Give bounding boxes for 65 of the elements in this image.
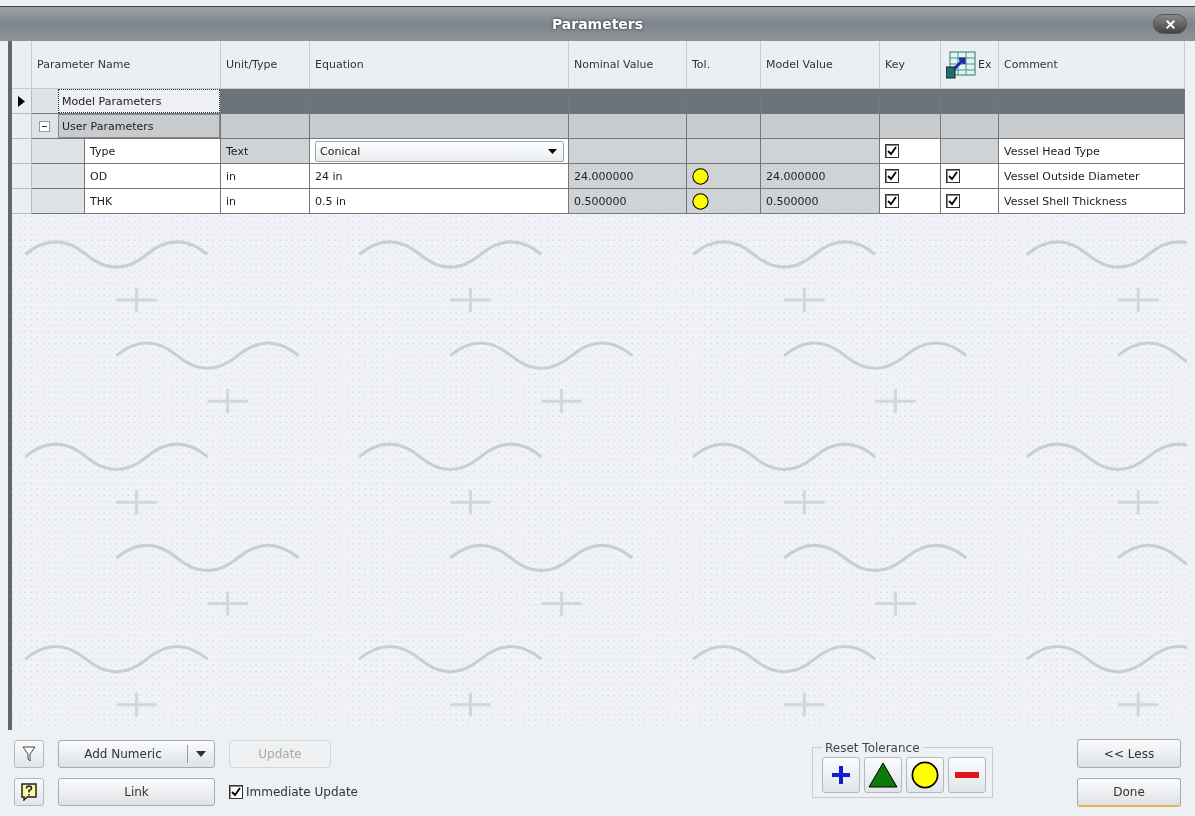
tolerance-button[interactable] xyxy=(864,756,902,793)
comment-cell: Vessel Head Type xyxy=(999,139,1185,164)
window-title: Parameters xyxy=(551,16,644,32)
unit-cell: Text xyxy=(221,139,310,164)
equation-cell[interactable]: 24 in xyxy=(310,164,569,189)
unit-cell: in xyxy=(221,189,310,214)
column-title[interactable]: Parameter Name xyxy=(37,58,131,71)
group-name[interactable]: Model Parameters xyxy=(58,89,220,113)
filter-button[interactable] xyxy=(14,740,44,768)
column-title[interactable]: Nominal Value xyxy=(574,58,654,71)
dropdown-value: Conical xyxy=(320,144,361,158)
column-title[interactable]: Comment xyxy=(1004,58,1058,71)
spreadsheet-icon xyxy=(946,50,976,79)
table-cell xyxy=(941,114,999,139)
checkbox[interactable] xyxy=(946,169,960,183)
checkbox[interactable] xyxy=(946,194,960,208)
checkbox[interactable] xyxy=(885,194,899,208)
column-title[interactable]: Key xyxy=(885,58,905,71)
model-value-cell: 24.000000 xyxy=(761,164,880,189)
caret-icon xyxy=(548,148,557,154)
parameter-name[interactable]: THK xyxy=(84,189,220,213)
tolerance-button[interactable] xyxy=(906,756,944,793)
add-numeric-button[interactable]: Add Numeric xyxy=(59,745,188,763)
equation-cell[interactable]: 0.5 in xyxy=(310,189,569,214)
parameter-name[interactable]: Type xyxy=(84,139,220,163)
less-button[interactable]: << Less xyxy=(1077,739,1181,768)
model-value-cell: 0.500000 xyxy=(761,189,880,214)
plus-icon xyxy=(830,763,852,786)
equation-dropdown[interactable]: Conical xyxy=(315,140,564,162)
caret-icon xyxy=(196,751,206,757)
comment-cell: Vessel Shell Thickness xyxy=(999,189,1185,214)
add-numeric-split-button[interactable]: Add Numeric xyxy=(58,740,215,768)
link-button[interactable]: Link xyxy=(58,778,215,806)
group-name[interactable]: User Parameters xyxy=(58,114,220,138)
column-title[interactable]: Tol. xyxy=(692,58,711,71)
minus-icon xyxy=(955,771,979,778)
table-cell xyxy=(941,89,999,114)
collapse-icon[interactable] xyxy=(39,121,50,132)
group-title: Reset Tolerance xyxy=(824,740,921,755)
done-button[interactable]: Done xyxy=(1077,778,1181,807)
circle-icon xyxy=(911,760,939,789)
nominal-value-cell: 24.000000 xyxy=(569,164,687,189)
checkbox[interactable] xyxy=(885,144,899,158)
triangle-icon xyxy=(868,761,898,788)
parameter-name[interactable]: OD xyxy=(84,164,220,188)
column-title[interactable]: Unit/Type xyxy=(226,58,278,71)
filter-icon xyxy=(22,746,36,762)
column-title[interactable]: Model Value xyxy=(766,58,833,71)
table-cell xyxy=(880,89,941,114)
checkbox[interactable] xyxy=(229,785,243,799)
help-button[interactable] xyxy=(14,778,44,806)
circle-icon xyxy=(692,167,709,185)
nominal-value-cell: 0.500000 xyxy=(569,189,687,214)
unit-cell: in xyxy=(221,164,310,189)
help-icon xyxy=(21,783,37,801)
tolerance-button[interactable] xyxy=(822,756,860,793)
column-title[interactable]: Equation xyxy=(315,58,364,71)
close-button[interactable] xyxy=(1153,14,1187,34)
checkbox[interactable] xyxy=(885,169,899,183)
checkbox-label[interactable]: Immediate Update xyxy=(246,785,358,799)
circle-icon xyxy=(692,192,709,210)
row-header[interactable] xyxy=(12,89,32,114)
comment-cell: Vessel Outside Diameter xyxy=(999,164,1185,189)
close-icon xyxy=(1163,17,1177,31)
column-title[interactable]: Ex xyxy=(978,58,992,71)
